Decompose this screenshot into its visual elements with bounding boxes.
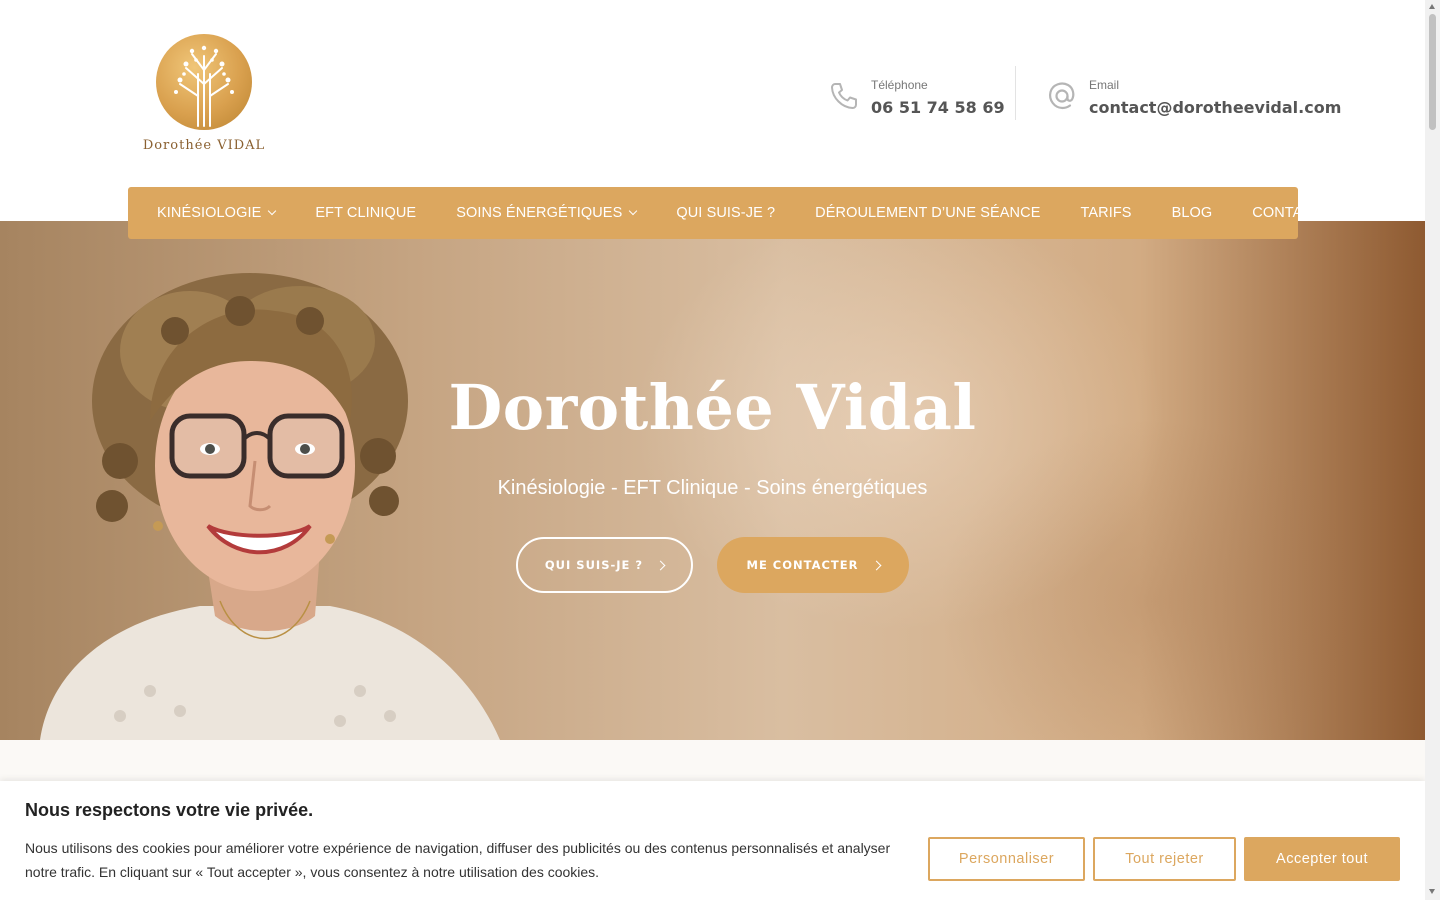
main-nav: KINÉSIOLOGIE EFT CLINIQUE SOINS ÉNERGÉTI… (128, 187, 1322, 239)
about-button-label: QUI SUIS-JE ? (544, 558, 644, 572)
cookie-banner: Nous respectons votre vie privée. Nous u… (0, 781, 1425, 900)
accept-all-button[interactable]: Accepter tout (1244, 837, 1400, 881)
nav-item-label: SOINS ÉNERGÉTIQUES (456, 205, 623, 221)
nav-item-label: DÉROULEMENT D’UNE SÉANCE (815, 205, 1041, 221)
chevron-down-icon (268, 206, 277, 216)
nav-item-label: CONTACT (1252, 205, 1322, 221)
at-icon (1049, 82, 1075, 110)
contact-button[interactable]: ME CONTACTER (717, 537, 909, 593)
scroll-down-arrow-icon[interactable] (1429, 889, 1435, 894)
hero-title: Dorothée Vidal (448, 371, 977, 444)
nav-item-soins-energetiques[interactable]: SOINS ÉNERGÉTIQUES (456, 205, 638, 221)
cookie-title: Nous respectons votre vie privée. (25, 800, 314, 820)
phone-number[interactable]: 06 51 74 58 69 (871, 98, 1005, 117)
logo-text: Dorothée VIDAL (142, 138, 266, 153)
email-contact[interactable]: Email contact@dorotheevidal.com (1046, 66, 1341, 122)
scroll-thumb[interactable] (1429, 14, 1436, 130)
about-button[interactable]: QUI SUIS-JE ? (516, 537, 693, 593)
customize-button[interactable]: Personnaliser (928, 837, 1085, 881)
chevron-right-icon (871, 560, 881, 570)
nav-item-label: KINÉSIOLOGIE (157, 205, 262, 221)
nav-item-label: EFT CLINIQUE (315, 205, 417, 221)
reject-all-button[interactable]: Tout rejeter (1093, 837, 1236, 881)
tree-logo-icon (156, 34, 252, 130)
nav-item-label: TARIFS (1080, 205, 1132, 221)
nav-item-deroulement[interactable]: DÉROULEMENT D’UNE SÉANCE (815, 205, 1040, 221)
site-logo[interactable]: Dorothée VIDAL (138, 34, 270, 156)
hero-banner: Dorothée Vidal Kinésiologie - EFT Cliniq… (0, 221, 1425, 740)
contact-button-label: ME CONTACTER (746, 558, 859, 572)
nav-item-blog[interactable]: BLOG (1172, 205, 1213, 221)
page-scrollbar[interactable] (1425, 0, 1440, 900)
hero-subtitle: Kinésiologie - EFT Clinique - Soins éner… (497, 477, 928, 499)
nav-item-label: BLOG (1171, 205, 1213, 221)
nav-item-qui-suis-je[interactable]: QUI SUIS-JE ? (676, 205, 775, 221)
phone-contact[interactable]: Téléphone 06 51 74 58 69 (828, 66, 1005, 122)
contact-divider (1015, 66, 1016, 120)
chevron-right-icon (655, 560, 666, 570)
chevron-down-icon (629, 206, 638, 216)
phone-label: Téléphone (871, 78, 928, 92)
nav-item-label: QUI SUIS-JE ? (676, 205, 776, 221)
cookie-text: Nous utilisons des cookies pour améliore… (25, 840, 891, 880)
phone-icon (831, 83, 857, 109)
nav-item-eft-clinique[interactable]: EFT CLINIQUE (315, 205, 416, 221)
email-address[interactable]: contact@dorotheevidal.com (1089, 98, 1341, 117)
scroll-up-arrow-icon[interactable] (1429, 4, 1435, 9)
nav-item-kinesiologie[interactable]: KINÉSIOLOGIE (157, 205, 277, 221)
email-label: Email (1089, 78, 1120, 92)
nav-item-contact[interactable]: CONTACT (1252, 205, 1322, 221)
nav-item-tarifs[interactable]: TARIFS (1080, 205, 1131, 221)
